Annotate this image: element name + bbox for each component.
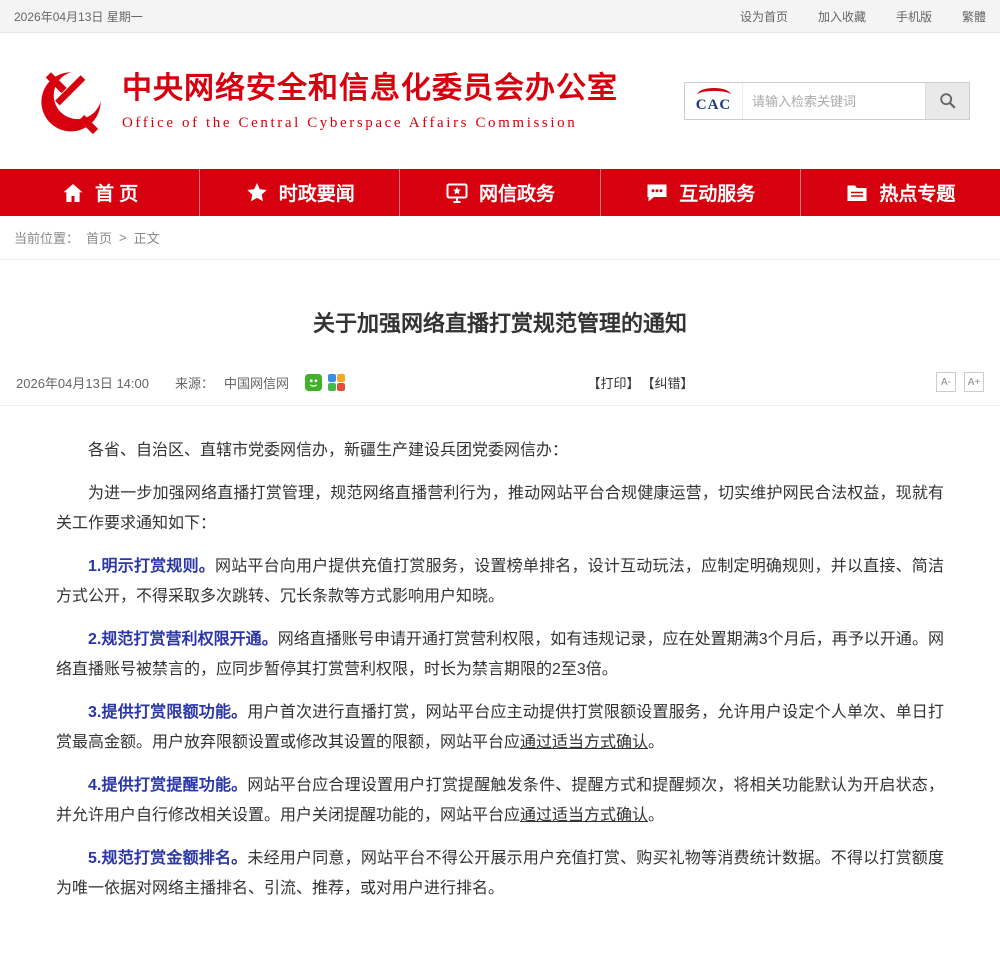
paragraph-item-4: 4.提供打赏提醒功能。网站平台应合理设置用户打赏提醒触发条件、提醒方式和提醒频次… [56,771,944,831]
paragraph-item-1: 1.明示打赏规则。网站平台向用户提供充值打赏服务，设置榜单排名，设计互动玩法，应… [56,552,944,612]
article-meta: 2026年04月13日 14:00 来源： 中国网信网 [0,372,1000,406]
paragraph-text: 各省、自治区、直辖市党委网信办，新疆生产建设兵团党委网信办： [88,442,568,459]
paragraph-underlined-text: 通过适当方式确认 [520,734,648,751]
nav-item-label: 网信政务 [479,179,555,206]
star-icon [245,181,269,205]
site-subtitle: Office of the Central Cyberspace Affairs… [122,115,618,132]
source-link[interactable]: 中国网信网 [224,373,289,392]
breadcrumb-current: 正文 [134,228,160,247]
nav-item-label: 互动服务 [679,179,755,206]
search-input[interactable] [743,83,925,119]
site-titles: 中央网络安全和信息化委员会办公室 Office of the Central C… [122,70,618,132]
paragraph-item-5: 5.规范打赏金额排名。未经用户同意，网站平台不得公开展示用户充值打赏、购买礼物等… [56,844,944,904]
home-icon [61,181,85,205]
nav-item-egov[interactable]: 网信政务 [399,169,599,216]
more-share-icon[interactable] [328,374,345,391]
topbar-links: 设为首页 加入收藏 手机版 繁體 [740,8,986,25]
paragraph-tail: 。 [648,807,664,824]
article-body: 各省、自治区、直辖市党委网信办，新疆生产建设兵团党委网信办： 为进一步加强网络直… [0,406,1000,957]
site-logo[interactable]: 中央网络安全和信息化委员会办公室 Office of the Central C… [34,64,618,138]
set-homepage-link[interactable]: 设为首页 [740,8,788,25]
breadcrumb-home-link[interactable]: 首页 [86,228,112,247]
monitor-icon [445,181,469,205]
folder-icon [845,181,869,205]
page: 2026年04月13日 星期一 设为首页 加入收藏 手机版 繁體 中央网络安全和… [0,0,1000,957]
nav-item-label: 热点专题 [879,179,955,206]
font-size-buttons: A- A+ [936,372,984,392]
nav-item-label: 首 页 [95,179,138,206]
font-smaller-button[interactable]: A- [936,372,956,392]
wechat-share-icon[interactable] [305,374,322,391]
topbar: 2026年04月13日 星期一 设为首页 加入收藏 手机版 繁體 [0,0,1000,33]
correct-button[interactable]: 【纠错】 [642,373,694,392]
article: 关于加强网络直播打赏规范管理的通知 2026年04月13日 14:00 来源： … [0,306,1000,957]
paragraph-item-3: 3.提供打赏限额功能。用户首次进行直播打赏，网站平台应主动提供打赏限额设置服务，… [56,698,944,758]
nav-item-interactive[interactable]: 互动服务 [600,169,800,216]
publish-datetime: 2026年04月13日 14:00 [16,373,149,392]
paragraph-tail: 。 [648,734,664,751]
paragraph-text: 为进一步加强网络直播打赏管理，规范网络直播营利行为，推动网站平台合规健康运营，切… [56,485,944,532]
meta-left: 2026年04月13日 14:00 来源： 中国网信网 [16,373,345,392]
paragraph-lead: 5.规范打赏金额排名。 [88,850,247,867]
paragraph-underlined-text: 通过适当方式确认 [520,807,648,824]
search-icon [938,91,958,111]
party-emblem-icon [34,64,108,138]
nav-item-label: 时政要闻 [279,179,355,206]
nav-item-home[interactable]: 首 页 [0,169,199,216]
nav-item-topics[interactable]: 热点专题 [800,169,1000,216]
paragraph-item-2: 2.规范打赏营利权限开通。网络直播账号申请开通打赏营利权限，如有违规记录，应在处… [56,625,944,685]
paragraph-intro: 为进一步加强网络直播打赏管理，规范网络直播营利行为，推动网站平台合规健康运营，切… [56,479,944,539]
paragraph-lead: 4.提供打赏提醒功能。 [88,777,247,794]
paragraph-lead: 2.规范打赏营利权限开通。 [88,631,278,648]
search-button[interactable] [925,83,969,119]
main-nav: 首 页 时政要闻 网信政务 互动服务 [0,169,1000,216]
nav-item-news[interactable]: 时政要闻 [199,169,399,216]
site-header: 中央网络安全和信息化委员会办公室 Office of the Central C… [0,33,1000,169]
font-larger-button[interactable]: A+ [964,372,984,392]
breadcrumb: 当前位置： 首页 > 正文 [0,216,1000,260]
mobile-version-link[interactable]: 手机版 [896,8,932,25]
traditional-chinese-link[interactable]: 繁體 [962,8,986,25]
add-favorite-link[interactable]: 加入收藏 [818,8,866,25]
breadcrumb-label: 当前位置： [14,228,79,247]
paragraph-lead: 3.提供打赏限额功能。 [88,704,247,721]
print-button[interactable]: 【打印】 [587,373,639,392]
source-label: 来源： [175,373,214,392]
cac-logo-arc-icon [697,88,731,102]
paragraph-lead: 1.明示打赏规则。 [88,558,215,575]
paragraph-salutation: 各省、自治区、直辖市党委网信办，新疆生产建设兵团党委网信办： [56,436,944,466]
breadcrumb-separator: > [119,230,127,245]
site-title: 中央网络安全和信息化委员会办公室 [122,70,618,108]
article-title: 关于加强网络直播打赏规范管理的通知 [40,306,960,338]
search-box: CAC [684,82,970,120]
chat-icon [645,181,669,205]
share-icons [305,374,345,391]
meta-actions: 【打印】 【纠错】 [587,373,693,392]
cac-logo: CAC [685,83,743,119]
current-date: 2026年04月13日 星期一 [14,8,143,25]
